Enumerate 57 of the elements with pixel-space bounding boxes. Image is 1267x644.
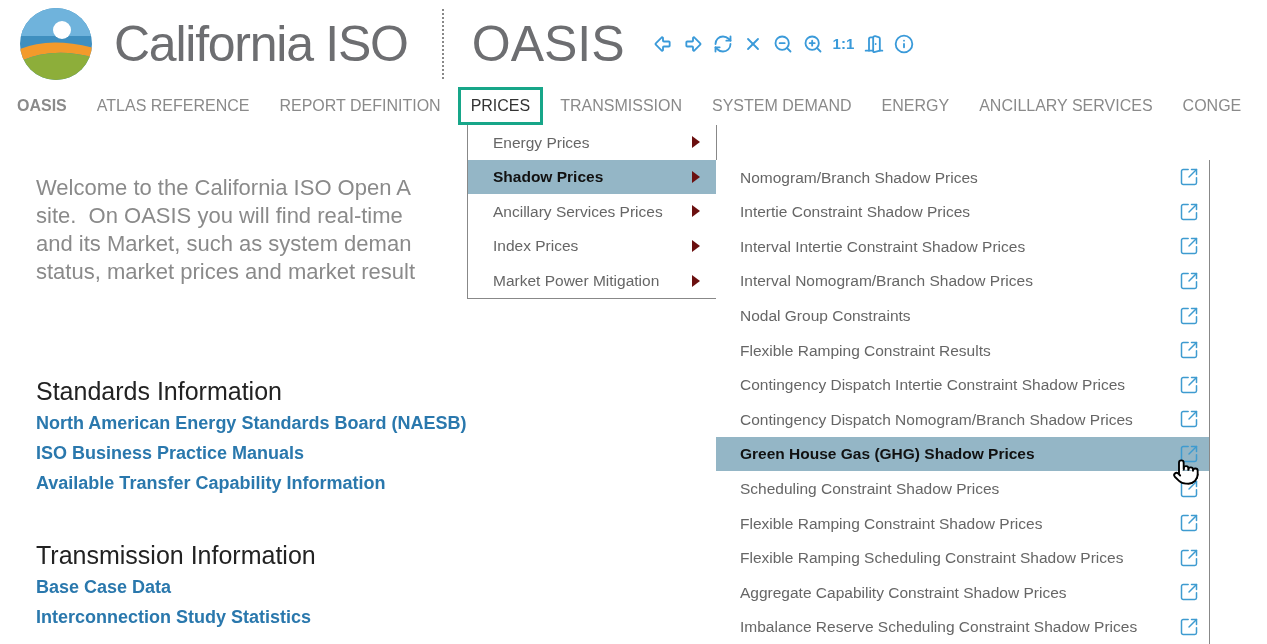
info-link[interactable]: ISO Business Practice Manuals [36, 438, 305, 468]
menu-item[interactable]: Market Power Mitigation [468, 263, 716, 298]
submenu-arrow-icon [692, 170, 700, 183]
menu-item[interactable]: Energy Prices [468, 125, 716, 160]
logo-text: California ISO [114, 19, 408, 69]
door-icon[interactable] [864, 34, 885, 54]
submenu-item[interactable]: Intertie Constraint Shadow Prices [716, 194, 1209, 230]
submenu-item[interactable]: Nodal Group Constraints [716, 298, 1209, 333]
menu-item[interactable]: Index Prices [468, 228, 716, 264]
welcome-text-line: and its Market, such as system deman [36, 230, 412, 258]
welcome-text-line: site. On OASIS you will find real-time [36, 202, 403, 230]
submenu-item[interactable]: Contingency Dispatch Intertie Constraint Shadow Prices [716, 367, 1209, 403]
nav-tab[interactable]: TRANSMISSION [547, 87, 695, 125]
external-link-icon[interactable] [1179, 444, 1199, 465]
submenu-item[interactable]: Imbalance Reserve Scheduling Constraint Shadow Prices [716, 609, 1209, 644]
submenu-item[interactable]: Flexible Ramping Scheduling Constraint Shadow Prices [716, 540, 1209, 576]
nav-tab[interactable]: PRICES [457, 87, 544, 125]
refresh-icon[interactable] [712, 34, 733, 54]
section-heading: Transmission Information [36, 540, 316, 571]
external-link-icon[interactable] [1179, 478, 1199, 499]
nav-tab[interactable]: ENERGY [868, 87, 963, 125]
app-title: OASIS [471, 19, 625, 69]
zoom-out-icon[interactable] [772, 34, 793, 54]
zoom-in-icon[interactable] [802, 34, 823, 54]
menu-item[interactable]: Ancillary Services Prices [468, 194, 716, 229]
nav-tab[interactable]: REPORT DEFINITION [266, 87, 454, 125]
welcome-text-line: status, market prices and market result [36, 258, 416, 286]
submenu-arrow-icon [692, 136, 700, 149]
actual-size-button[interactable]: 1:1 [832, 32, 855, 56]
menu-item[interactable]: Shadow Prices [468, 159, 716, 195]
info-link[interactable]: Available Transfer Capability Information [36, 468, 386, 498]
info-link[interactable]: Interconnection Study Statistics [36, 602, 312, 632]
forward-arrow-icon[interactable] [682, 34, 703, 54]
nav-tab[interactable]: OASIS [14, 87, 80, 125]
submenu-item[interactable]: Flexible Ramping Constraint Results [716, 332, 1209, 368]
nav-tab[interactable]: CONGE [1169, 87, 1255, 125]
info-link[interactable]: North American Energy Standards Board (NAESB) [36, 408, 467, 438]
back-arrow-icon[interactable] [652, 34, 673, 54]
submenu-arrow-icon [692, 240, 700, 253]
submenu-item[interactable]: Nomogram/Branch Shadow Prices [716, 160, 1209, 195]
info-icon[interactable] [894, 34, 915, 54]
submenu-item[interactable]: Flexible Ramping Constraint Shadow Prices [716, 505, 1209, 541]
submenu-item[interactable]: Contingency Dispatch Nomogram/Branch Shadow Prices [716, 402, 1209, 437]
nav-tab[interactable]: ANCILLARY SERVICES [966, 87, 1166, 125]
hand-cursor-icon [1172, 458, 1200, 486]
nav-tab[interactable]: ATLAS REFERENCE [83, 87, 263, 125]
submenu-item[interactable]: Scheduling Constraint Shadow Prices [716, 471, 1209, 506]
submenu-arrow-icon [692, 274, 700, 287]
section-heading: Standards Information [36, 376, 282, 407]
info-link[interactable]: Base Case Data [36, 572, 172, 602]
welcome-text-line: Welcome to the California ISO Open A [36, 174, 411, 202]
submenu-arrow-icon [692, 205, 700, 218]
submenu-item[interactable]: Interval Intertie Constraint Shadow Prices [716, 229, 1209, 264]
submenu-item[interactable]: Interval Nomogram/Branch Shadow Prices [716, 263, 1209, 299]
submenu-item[interactable]: Aggregate Capability Constraint Shadow Prices [716, 575, 1209, 610]
nav-tab[interactable]: SYSTEM DEMAND [699, 87, 865, 125]
submenu-item[interactable]: Green House Gas (GHG) Shadow Prices [716, 436, 1209, 472]
